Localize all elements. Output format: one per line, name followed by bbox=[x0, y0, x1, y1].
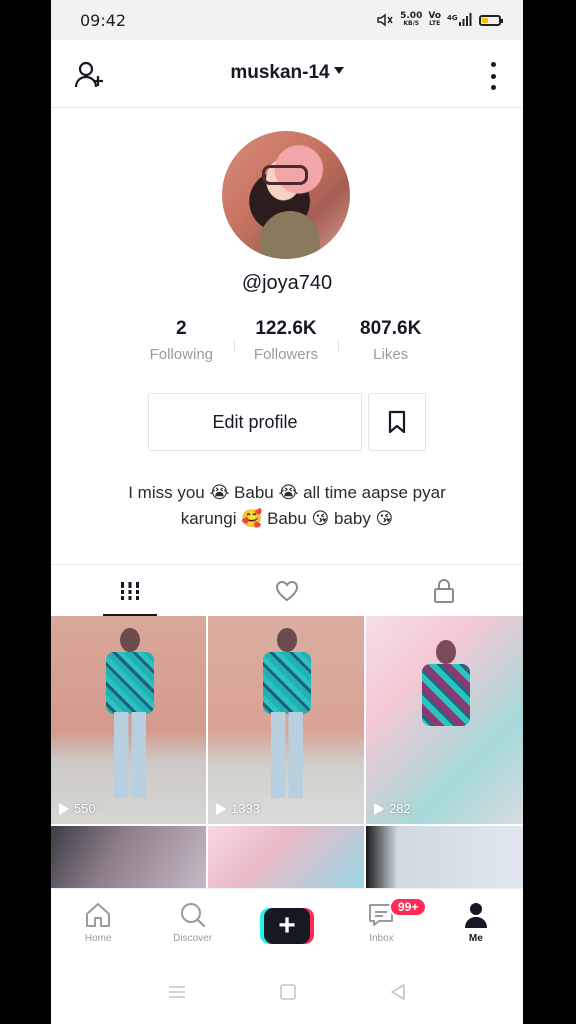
following-label: Following bbox=[149, 346, 214, 363]
bottom-nav: Home Discover + 99+ Inbox Me bbox=[51, 888, 523, 960]
nav-discover[interactable]: Discover bbox=[145, 889, 239, 960]
play-icon bbox=[374, 802, 384, 815]
back-icon[interactable] bbox=[389, 983, 407, 1001]
home-icon bbox=[86, 903, 111, 927]
favorites-button[interactable] bbox=[368, 393, 426, 451]
battery-icon bbox=[479, 14, 503, 26]
more-vertical-icon[interactable] bbox=[489, 62, 497, 90]
bookmark-icon bbox=[388, 410, 406, 434]
bio-line-2: karungi 🥰 Babu 😘 baby 😘 bbox=[180, 509, 394, 528]
search-icon bbox=[180, 903, 205, 928]
view-count: 1333 bbox=[216, 801, 260, 816]
video-thumbnail[interactable]: 282 bbox=[366, 616, 523, 824]
phone-screen: 09:42 5.00 KB/S Vo LTE 4G muskan-14 @joy… bbox=[51, 0, 523, 1024]
edit-profile-button[interactable]: Edit profile bbox=[148, 393, 362, 451]
video-grid: 550 1333 282 bbox=[51, 616, 523, 890]
play-icon bbox=[59, 802, 69, 815]
system-nav-bar bbox=[51, 960, 523, 1024]
view-count: 550 bbox=[59, 801, 96, 816]
play-icon bbox=[216, 802, 226, 815]
video-person-image bbox=[102, 628, 156, 803]
profile-header: muskan-14 bbox=[51, 40, 523, 108]
profile-stats: 2 Following 122.6K Followers 807.6K Like… bbox=[129, 318, 443, 370]
username: muskan-14 bbox=[230, 62, 330, 83]
nav-inbox-label: Inbox bbox=[369, 933, 394, 944]
stat-followers[interactable]: 122.6K Followers bbox=[233, 318, 339, 370]
signal-icon: 4G bbox=[447, 13, 472, 26]
grid-icon bbox=[118, 581, 141, 600]
profile-bio: I miss you 😭 Babu 😭 all time aapse pyar … bbox=[81, 480, 493, 532]
nav-create[interactable]: + bbox=[240, 889, 334, 960]
bio-line-1: I miss you 😭 Babu 😭 all time aapse pyar bbox=[128, 483, 446, 502]
account-switcher[interactable]: muskan-14 bbox=[51, 62, 523, 84]
status-icons: 5.00 KB/S Vo LTE 4G bbox=[376, 11, 503, 28]
stat-following[interactable]: 2 Following bbox=[129, 318, 234, 370]
nav-home[interactable]: Home bbox=[51, 889, 145, 960]
view-count: 282 bbox=[374, 801, 411, 816]
likes-count: 807.6K bbox=[360, 318, 422, 339]
tab-liked[interactable] bbox=[208, 565, 365, 616]
inbox-badge: 99+ bbox=[388, 897, 428, 917]
status-time: 09:42 bbox=[80, 10, 127, 30]
video-thumbnail[interactable] bbox=[51, 826, 206, 890]
network-speed: 5.00 KB/S bbox=[400, 11, 423, 28]
nav-me[interactable]: Me bbox=[429, 889, 523, 960]
nav-discover-label: Discover bbox=[173, 933, 213, 944]
lock-icon bbox=[434, 578, 455, 603]
video-thumbnail[interactable] bbox=[366, 826, 523, 890]
user-handle: @joya740 bbox=[241, 272, 333, 294]
following-count: 2 bbox=[176, 318, 187, 339]
nav-me-label: Me bbox=[468, 933, 483, 944]
svg-text:4G: 4G bbox=[447, 14, 458, 22]
avatar[interactable] bbox=[222, 131, 350, 259]
chevron-down-icon bbox=[333, 67, 344, 75]
status-bar: 09:42 5.00 KB/S Vo LTE 4G bbox=[51, 0, 523, 40]
nav-inbox[interactable]: 99+ Inbox bbox=[334, 889, 428, 960]
menu-icon[interactable] bbox=[167, 984, 187, 1000]
video-person-image bbox=[418, 640, 472, 815]
mute-icon bbox=[377, 13, 393, 27]
followers-label: Followers bbox=[253, 346, 319, 363]
video-thumbnail[interactable]: 1333 bbox=[208, 616, 364, 824]
tab-private[interactable] bbox=[366, 565, 523, 616]
likes-label: Likes bbox=[373, 346, 409, 363]
video-thumbnail[interactable]: 550 bbox=[51, 616, 206, 824]
stat-likes[interactable]: 807.6K Likes bbox=[338, 318, 443, 370]
profile-icon bbox=[464, 903, 487, 928]
heart-icon bbox=[275, 580, 298, 601]
video-thumbnail[interactable] bbox=[208, 826, 364, 890]
create-button[interactable]: + bbox=[260, 908, 315, 944]
followers-count: 122.6K bbox=[255, 318, 317, 339]
nav-home-label: Home bbox=[84, 933, 112, 944]
tab-videos[interactable] bbox=[51, 565, 208, 616]
content-tabs bbox=[51, 564, 523, 616]
video-person-image bbox=[259, 628, 313, 803]
home-square-icon[interactable] bbox=[279, 983, 297, 1001]
plus-icon: + bbox=[264, 908, 311, 944]
volte-indicator: Vo LTE bbox=[428, 11, 441, 28]
